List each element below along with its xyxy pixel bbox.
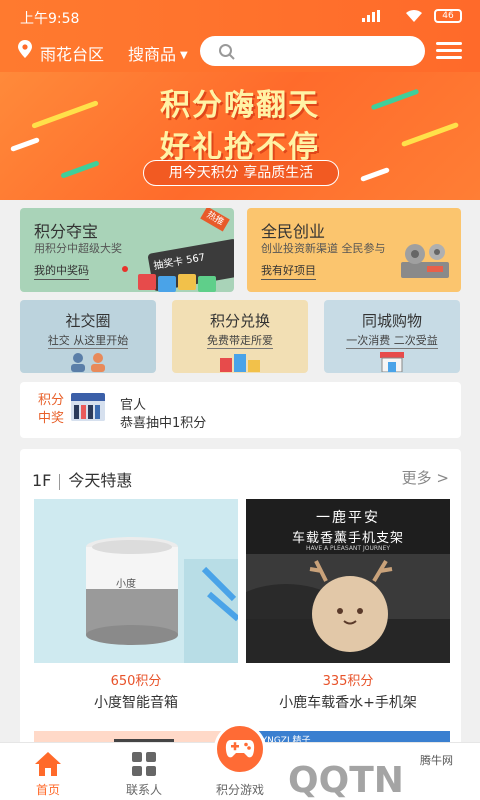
winner-message: 恭喜抽中1积分 bbox=[120, 416, 207, 431]
caret-down-icon: ▼ bbox=[180, 50, 188, 61]
nav-home[interactable]: 首页 bbox=[0, 743, 96, 800]
top-bar: 上午9:58 46 雨花台区 搜商品 ▼ bbox=[0, 0, 480, 72]
product-name: 小度智能音箱 bbox=[94, 695, 178, 711]
watermark-text: 腾牛网 bbox=[420, 754, 453, 767]
startup-desc: 创业投资新渠道 全民参与 bbox=[261, 242, 386, 255]
battery-icon: 46 bbox=[434, 9, 462, 23]
nav-home-label: 首页 bbox=[35, 783, 60, 797]
product-card[interactable]: 小度 650积分 小度智能音箱 bbox=[34, 499, 238, 712]
gift-icon bbox=[138, 274, 156, 290]
product-price: 650积分 bbox=[110, 674, 162, 689]
winner-ticker[interactable]: 积分中奖 官人 恭喜抽中1积分 bbox=[20, 382, 461, 438]
banner-title-1: 积分嗨翻天 bbox=[160, 88, 320, 123]
points-exchange-card[interactable]: 积分兑换 免费带走所爱 bbox=[172, 300, 308, 373]
local-shopping-title: 同城购物 bbox=[361, 312, 422, 330]
product-card[interactable]: 一鹿平安 车载香薰手机支架 HAVE A PLEASANT JOURNEY 33… bbox=[246, 499, 450, 712]
local-shopping-card[interactable]: 同城购物 一次消费 二次受益 bbox=[324, 300, 460, 373]
product-banner-line2: 车载香薰手机支架 bbox=[291, 531, 404, 546]
people-icon bbox=[71, 353, 105, 372]
nav-contacts[interactable]: 联系人 bbox=[96, 743, 192, 800]
section-title: 1F 今天特惠 bbox=[32, 467, 132, 491]
status-bar: 上午9:58 46 bbox=[0, 0, 480, 30]
location-label[interactable]: 雨花台区 bbox=[40, 41, 104, 65]
shop-icon bbox=[380, 352, 404, 372]
speaker-logo-text: 小度 bbox=[116, 579, 136, 590]
category-dropdown[interactable]: 搜商品 ▼ bbox=[128, 41, 188, 65]
gift-boxes-icon bbox=[220, 354, 260, 372]
location-pin-icon[interactable] bbox=[18, 40, 32, 58]
winner-name: 官人 bbox=[120, 398, 147, 413]
winner-photo bbox=[71, 393, 105, 421]
hot-tag: 热推 bbox=[200, 208, 230, 232]
product-banner-line1: 一鹿平安 bbox=[316, 510, 380, 526]
divider bbox=[59, 473, 61, 490]
category-label: 搜商品 bbox=[128, 45, 177, 64]
decor-streak bbox=[360, 167, 390, 182]
exchange-desc-wrap: 免费带走所爱 bbox=[172, 332, 308, 349]
signal-icon bbox=[362, 10, 380, 22]
car-diffuser-image: 一鹿平安 车载香薰手机支架 HAVE A PLEASANT JOURNEY bbox=[246, 499, 450, 663]
social-title: 社交圈 bbox=[65, 312, 111, 330]
exchange-title: 积分兑换 bbox=[209, 312, 270, 330]
home-icon bbox=[35, 752, 61, 776]
startup-title: 全民创业 bbox=[261, 222, 326, 241]
local-shopping-desc-wrap: 一次消费 二次受益 bbox=[324, 332, 460, 349]
gift-icon bbox=[158, 276, 176, 292]
gift-icon bbox=[178, 274, 196, 290]
promo-banner[interactable]: 积分嗨翻天 好礼抢不停 用今天积分 享品质生活 bbox=[0, 72, 480, 200]
smart-speaker-image: 小度 bbox=[34, 499, 238, 663]
social-circle-card[interactable]: 社交圈 社交 从这里开始 bbox=[20, 300, 156, 373]
nav-contacts-label: 联系人 bbox=[125, 783, 162, 797]
banner-subtitle: 用今天积分 享品质生活 bbox=[143, 160, 339, 186]
notification-dot bbox=[122, 266, 128, 272]
svg-text:QQTN: QQTN bbox=[288, 760, 404, 800]
social-desc-wrap: 社交 从这里开始 bbox=[20, 332, 156, 349]
search-icon bbox=[219, 44, 235, 60]
status-time: 上午9:58 bbox=[20, 11, 80, 27]
social-desc: 社交 从这里开始 bbox=[47, 334, 129, 349]
gift-icon bbox=[198, 276, 216, 292]
product-price: 335积分 bbox=[322, 674, 374, 689]
local-shopping-desc: 一次消费 二次受益 bbox=[346, 334, 438, 349]
product-name: 小鹿车载香水+手机架 bbox=[279, 695, 417, 711]
ticker-label: 积分中奖 bbox=[38, 393, 65, 426]
floor-label: 1F bbox=[32, 471, 52, 490]
wifi-icon bbox=[406, 9, 422, 22]
exchange-desc: 免费带走所爱 bbox=[207, 334, 273, 349]
today-deals-section: 1F 今天特惠 更多 > 小度 650积分 小度智能音箱 一鹿平安 车载香薰手机… bbox=[20, 449, 461, 749]
section-heading: 今天特惠 bbox=[68, 471, 133, 490]
points-game-button[interactable] bbox=[214, 723, 266, 775]
product-banner-line3: HAVE A PLEASANT JOURNEY bbox=[306, 545, 390, 552]
nav-game-label: 积分游戏 bbox=[215, 783, 264, 797]
treasure-title: 积分夺宝 bbox=[34, 222, 99, 241]
treasure-card[interactable]: 积分夺宝 用积分中超级大奖 我的中奖码 热推 抽奖卡 567 bbox=[20, 208, 234, 292]
my-winning-code-link[interactable]: 我的中奖码 bbox=[34, 262, 89, 280]
menu-icon[interactable] bbox=[436, 42, 462, 60]
more-link[interactable]: 更多 > bbox=[402, 467, 449, 488]
my-project-link[interactable]: 我有好项目 bbox=[261, 262, 316, 280]
treasure-desc: 用积分中超级大奖 bbox=[34, 242, 122, 255]
group-photo-image bbox=[71, 393, 105, 421]
grid-icon bbox=[132, 752, 156, 776]
gears-machine-icon bbox=[401, 244, 449, 278]
search-input[interactable] bbox=[200, 36, 425, 66]
gamepad-icon bbox=[225, 740, 255, 758]
header: 雨花台区 搜商品 ▼ bbox=[0, 30, 480, 72]
startup-card[interactable]: 全民创业 创业投资新渠道 全民参与 我有好项目 bbox=[247, 208, 461, 292]
